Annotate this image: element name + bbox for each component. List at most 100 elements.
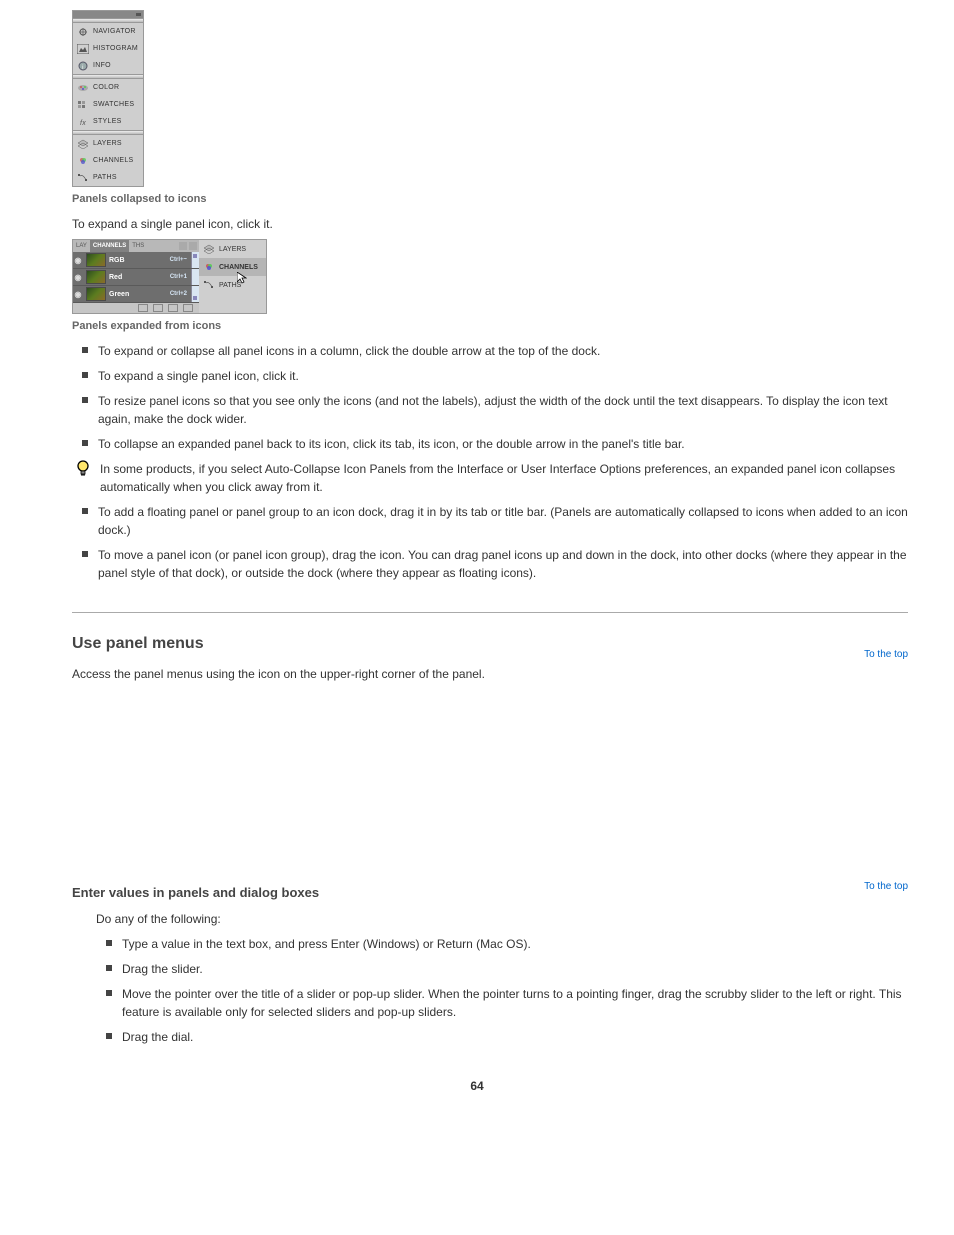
- dock-item-swatches: SWATCHES: [73, 96, 143, 113]
- list-item-text: To add a floating panel or panel group t…: [98, 503, 908, 539]
- list-item: To resize panel icons so that you see on…: [72, 392, 908, 428]
- channel-shortcut: Ctrl+~: [170, 257, 187, 263]
- dock-item-label: STYLES: [93, 118, 122, 125]
- panel-footer: [73, 303, 199, 313]
- cursor-pointer-icon: [237, 272, 247, 284]
- dock-item-navigator: NAVIGATOR: [73, 23, 143, 40]
- dock-item-layers: LAYERS: [199, 240, 266, 258]
- list-item-text: Move the pointer over the title of a sli…: [122, 985, 908, 1021]
- to-top-link[interactable]: To the top: [864, 881, 908, 892]
- list-item: Move the pointer over the title of a sli…: [96, 985, 908, 1021]
- channel-row-green: ◉ Green Ctrl+2: [73, 286, 199, 303]
- bullet-icon: [106, 990, 112, 996]
- bullet-icon: [82, 372, 88, 378]
- dock-item-label: HISTOGRAM: [93, 45, 138, 52]
- svg-text:fx: fx: [80, 120, 86, 127]
- bullet-icon: [82, 508, 88, 514]
- navigator-icon: [77, 27, 89, 37]
- section-title: Use panel menus: [72, 635, 204, 653]
- list-item-text: To resize panel icons so that you see on…: [98, 392, 908, 428]
- list-item: To expand a single panel icon, click it.: [72, 367, 908, 385]
- dock-item-info: i INFO: [73, 57, 143, 74]
- figure2-caption: Panels expanded from icons: [72, 320, 908, 332]
- list-item-text: To move a panel icon (or panel icon grou…: [98, 546, 908, 582]
- channel-name: RGB: [109, 257, 170, 264]
- dock-item-label: CHANNELS: [219, 264, 258, 271]
- dock-item-label: COLOR: [93, 84, 119, 91]
- dock-item-label: NAVIGATOR: [93, 28, 136, 35]
- section-header-row: Enter values in panels and dialog boxes …: [72, 867, 908, 906]
- channel-thumbnail: [86, 287, 106, 301]
- list-item-text: Drag the dial.: [122, 1028, 908, 1046]
- footer-button-icon: [153, 304, 163, 312]
- dock-item-label: SWATCHES: [93, 101, 134, 108]
- figure1-caption: Panels collapsed to icons: [72, 193, 908, 205]
- bullet-icon: [82, 397, 88, 403]
- bullet-list: Type a value in the text box, and press …: [96, 935, 908, 1046]
- to-top-link[interactable]: To the top: [864, 649, 908, 660]
- channel-shortcut: Ctrl+2: [170, 291, 187, 297]
- tab-channels: CHANNELS: [90, 240, 129, 252]
- subsection-intro: Do any of the following:: [96, 910, 908, 928]
- intro-paragraph: To expand a single panel icon, click it.: [72, 215, 908, 233]
- bullet-icon: [82, 551, 88, 557]
- paths-icon: [77, 173, 89, 183]
- layers-icon: [77, 139, 89, 149]
- channels-panel-figure: LAY CHANNELS THS ◉ RGB Ctrl+~ ◉ R: [72, 239, 267, 314]
- bullet-icon: [106, 1033, 112, 1039]
- section-header-row: Use panel menus To the top: [72, 635, 908, 661]
- dock-topbar: [73, 11, 143, 18]
- scrollbar-down-icon: [191, 286, 199, 302]
- bullet-icon: [82, 347, 88, 353]
- dock-item-label: INFO: [93, 62, 111, 69]
- panel-menu-icon: [189, 242, 197, 250]
- list-item-text: To collapse an expanded panel back to it…: [98, 435, 908, 453]
- panel-dock-collapsed: NAVIGATOR HISTOGRAM i INFO COLOR SWATCHE: [72, 10, 144, 187]
- channel-thumbnail: [86, 253, 106, 267]
- list-item-text: To expand a single panel icon, click it.: [98, 367, 908, 385]
- section-body: Access the panel menus using the icon on…: [72, 665, 908, 683]
- channel-rows: ◉ RGB Ctrl+~ ◉ Red Ctrl+1 ◉ Green: [73, 252, 199, 303]
- page-number: 64: [0, 1079, 954, 1093]
- swatches-icon: [77, 100, 89, 110]
- footer-button-icon: [183, 304, 193, 312]
- dock-item-paths: PATHS: [73, 169, 143, 186]
- tab-paths: THS: [129, 240, 147, 252]
- dock-item-label: LAYERS: [93, 140, 122, 147]
- info-icon: i: [77, 61, 89, 71]
- color-icon: [77, 83, 89, 93]
- styles-icon: fx: [77, 117, 89, 127]
- dock-item-histogram: HISTOGRAM: [73, 40, 143, 57]
- collapse-double-arrow-icon: [179, 242, 187, 250]
- figure-placeholder: [72, 687, 908, 867]
- dock-item-channels: CHANNELS: [73, 152, 143, 169]
- dock-item-label: CHANNELS: [93, 157, 134, 164]
- list-item: To move a panel icon (or panel icon grou…: [72, 546, 908, 582]
- layers-icon: [203, 244, 215, 254]
- list-item: To collapse an expanded panel back to it…: [72, 435, 908, 453]
- dock-item-paths: PATHS: [199, 276, 266, 294]
- bullet-list: To expand or collapse all panel icons in…: [72, 342, 908, 453]
- visibility-eye-icon: ◉: [73, 256, 83, 265]
- list-item-text: To expand or collapse all panel icons in…: [98, 342, 908, 360]
- bullet-list: To add a floating panel or panel group t…: [72, 503, 908, 582]
- footer-button-icon: [168, 304, 178, 312]
- tab-layers: LAY: [73, 240, 90, 252]
- dock-icon-list: LAYERS CHANNELS PATHS: [199, 240, 266, 313]
- bullet-icon: [106, 965, 112, 971]
- channels-icon: [77, 156, 89, 166]
- list-item: To expand or collapse all panel icons in…: [72, 342, 908, 360]
- panel-tabs: LAY CHANNELS THS: [73, 240, 199, 252]
- tip-text: In some products, if you select Auto-Col…: [100, 460, 908, 496]
- scrollbar-track: [191, 269, 199, 285]
- dock-item-color: COLOR: [73, 79, 143, 96]
- scrollbar-up-icon: [191, 252, 199, 268]
- section-divider: [72, 612, 908, 613]
- paths-icon: [203, 280, 215, 290]
- dock-item-styles: fx STYLES: [73, 113, 143, 130]
- svg-text:i: i: [82, 65, 84, 71]
- dock-item-layers: LAYERS: [73, 135, 143, 152]
- list-item: Type a value in the text box, and press …: [96, 935, 908, 953]
- channel-name: Green: [109, 291, 170, 298]
- histogram-icon: [77, 44, 89, 54]
